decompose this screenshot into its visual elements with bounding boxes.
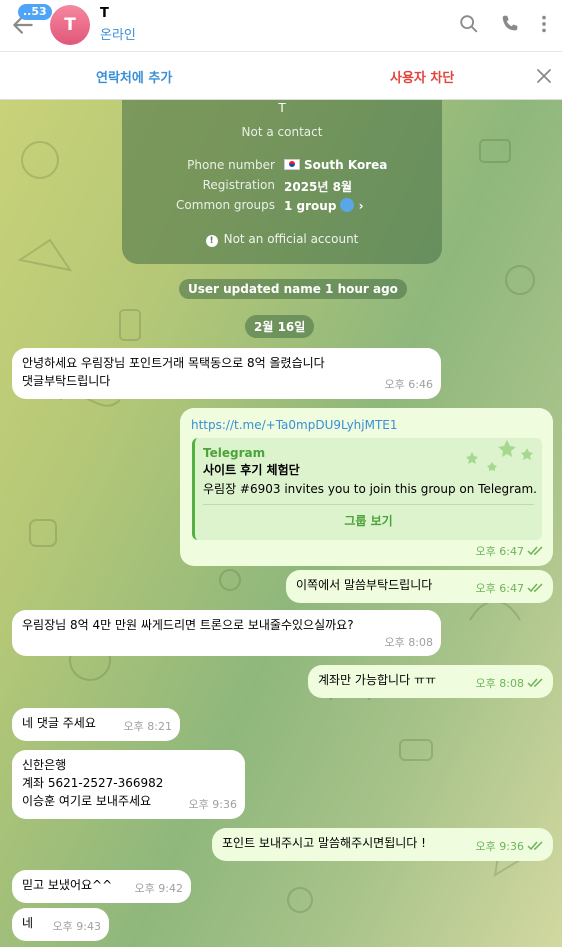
message-time: 오후 6:47 bbox=[475, 582, 524, 595]
preview-description: 우림장 #6903 invites you to join this group… bbox=[203, 482, 537, 496]
preview-title: 사이트 후기 체험단 bbox=[203, 463, 300, 477]
message-incoming[interactable]: 신한은행 계좌 5621-2527-366982 이승훈 여기로 보내주세요 오… bbox=[12, 750, 245, 819]
double-check-icon bbox=[527, 546, 543, 556]
message-outgoing[interactable]: 계좌만 가능합니다 ㅠㅠ 오후 8:08 bbox=[308, 665, 553, 698]
info-card-subtitle: Not a contact bbox=[241, 125, 323, 139]
message-time: 오후 9:36 bbox=[188, 798, 237, 811]
common-groups-value: 1 group bbox=[284, 199, 337, 213]
message-incoming[interactable]: 네 댓글 주세요 오후 8:21 bbox=[12, 708, 180, 741]
chat-header: ..53 T T 온라인 bbox=[0, 0, 562, 52]
message-time: 오후 8:21 bbox=[123, 720, 172, 733]
search-icon bbox=[460, 15, 478, 33]
message-outgoing[interactable]: 이쪽에서 말씀부탁드립니다 오후 6:47 bbox=[286, 570, 553, 603]
avatar[interactable]: T bbox=[50, 5, 90, 45]
common-groups-value-wrap[interactable]: 1 group › bbox=[284, 198, 364, 213]
official-account-notice: ! Not an official account bbox=[122, 232, 442, 247]
search-button[interactable] bbox=[458, 13, 482, 37]
chevron-right-icon: › bbox=[358, 199, 364, 213]
message-time: 오후 9:43 bbox=[52, 920, 101, 933]
registration-label: Registration bbox=[202, 178, 275, 192]
date-separator: 2월 16일 bbox=[245, 315, 315, 338]
double-check-icon bbox=[527, 841, 543, 851]
message-time-wrap: 오후 6:47 bbox=[476, 580, 545, 598]
phone-icon bbox=[502, 15, 518, 31]
message-outgoing-link[interactable]: https://t.me/+Ta0mpDU9LyhjMTE1 Telegram … bbox=[180, 408, 553, 566]
official-account-text: Not an official account bbox=[223, 232, 359, 246]
user-info-card: T Not a contact Phone number South Korea… bbox=[122, 100, 442, 264]
message-incoming[interactable]: 우림장님 8억 4만 만원 싸게드리면 트론으로 보내줄수있으실까요? 오후 8… bbox=[12, 610, 441, 656]
add-contact-button[interactable]: 연락처에 추가 bbox=[96, 67, 172, 86]
preview-site-name: Telegram bbox=[203, 446, 266, 460]
message-incoming[interactable]: 네 오후 9:43 bbox=[12, 908, 109, 941]
group-avatar-icon bbox=[340, 198, 355, 212]
phone-number-label: Phone number bbox=[187, 158, 275, 172]
phone-number-value: South Korea bbox=[304, 158, 388, 172]
message-text: 안녕하세요 우림장님 포인트거래 목택동으로 8억 올렸습니다 댓글부탁드립니다 bbox=[22, 356, 325, 388]
registration-value: 2025년 8월 bbox=[284, 180, 353, 194]
message-time-wrap: 오후 9:36 bbox=[476, 838, 545, 856]
preview-divider bbox=[203, 504, 534, 505]
more-vertical-icon bbox=[542, 15, 546, 33]
call-button[interactable] bbox=[499, 13, 523, 37]
double-check-icon bbox=[527, 678, 543, 688]
info-icon: ! bbox=[205, 235, 218, 247]
unread-count-badge: ..53 bbox=[18, 4, 52, 20]
message-time-wrap: 오후 8:08 bbox=[476, 675, 545, 693]
block-user-button[interactable]: 사용자 차단 bbox=[390, 67, 454, 86]
double-check-icon bbox=[527, 583, 543, 593]
close-action-bar-button[interactable] bbox=[534, 66, 554, 86]
message-time-wrap: 오후 6:47 bbox=[476, 543, 545, 561]
info-card-name: T bbox=[278, 101, 286, 115]
chat-title[interactable]: T bbox=[100, 6, 109, 21]
message-outgoing[interactable]: 포인트 보내주시고 말씀해주시면됩니다 ! 오후 9:36 bbox=[212, 828, 553, 861]
chat-status: 온라인 bbox=[100, 28, 136, 43]
link-preview-card[interactable]: Telegram 사이트 후기 체험단 우림장 #6903 invites yo… bbox=[192, 438, 542, 540]
message-link[interactable]: https://t.me/+Ta0mpDU9LyhjMTE1 bbox=[191, 416, 398, 434]
contact-action-bar: 연락처에 추가 사용자 차단 bbox=[0, 52, 562, 100]
message-time: 오후 9:42 bbox=[134, 882, 183, 895]
message-text: 우림장님 8억 4만 만원 싸게드리면 트론으로 보내줄수있으실까요? bbox=[22, 618, 354, 632]
phone-number-value-wrap: South Korea bbox=[284, 158, 387, 172]
message-time: 오후 8:08 bbox=[384, 636, 433, 649]
close-icon bbox=[537, 69, 551, 83]
more-menu-button[interactable] bbox=[533, 13, 557, 37]
message-time: 오후 9:36 bbox=[475, 840, 524, 853]
message-incoming[interactable]: 믿고 보냈어요^^ 오후 9:42 bbox=[12, 870, 191, 903]
message-incoming[interactable]: 안녕하세요 우림장님 포인트거래 목택동으로 8억 올렸습니다 댓글부탁드립니다… bbox=[12, 348, 441, 399]
message-time: 오후 8:08 bbox=[475, 677, 524, 690]
message-time: 오후 6:47 bbox=[475, 545, 524, 558]
view-group-button[interactable]: 그룹 보기 bbox=[195, 512, 542, 530]
message-time: 오후 6:46 bbox=[384, 378, 433, 391]
name-update-notice: User updated name 1 hour ago bbox=[179, 279, 407, 299]
common-groups-label: Common groups bbox=[176, 198, 275, 212]
south-korea-flag-icon bbox=[284, 159, 300, 170]
